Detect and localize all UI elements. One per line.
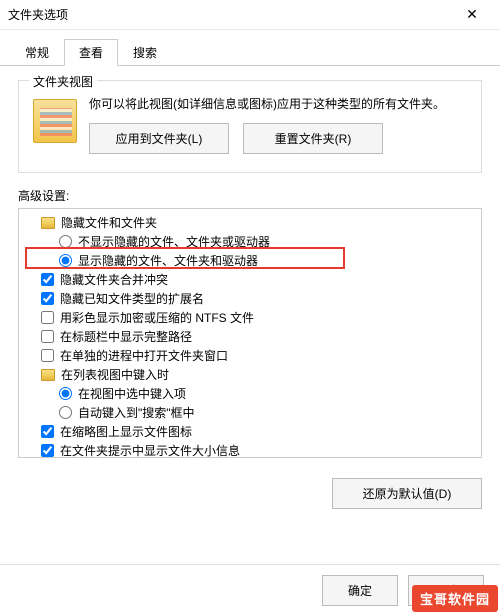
folder-icon bbox=[41, 369, 55, 381]
close-button[interactable]: ✕ bbox=[452, 1, 492, 29]
folder-view-label: 文件夹视图 bbox=[29, 73, 97, 90]
checkbox-input[interactable] bbox=[41, 425, 54, 438]
window-title: 文件夹选项 bbox=[8, 6, 452, 23]
restore-row: 还原为默认值(D) bbox=[0, 468, 500, 509]
folder-view-desc: 你可以将此视图(如详细信息或图标)应用于这种类型的所有文件夹。 bbox=[89, 95, 467, 113]
tab-general[interactable]: 常规 bbox=[10, 39, 64, 66]
checkbox-input[interactable] bbox=[41, 444, 54, 457]
check-size-tip[interactable]: 在文件夹提示中显示文件大小信息 bbox=[25, 441, 477, 458]
watermark: 宝哥软件园 bbox=[412, 585, 498, 612]
radio-input[interactable] bbox=[59, 235, 72, 248]
checkbox-input[interactable] bbox=[41, 311, 54, 324]
restore-defaults-button[interactable]: 还原为默认值(D) bbox=[332, 478, 482, 509]
check-merge-conflict[interactable]: 隐藏文件夹合并冲突 bbox=[25, 270, 477, 289]
check-ntfs-color[interactable]: 用彩色显示加密或压缩的 NTFS 文件 bbox=[25, 308, 477, 327]
tab-search[interactable]: 搜索 bbox=[118, 39, 172, 66]
folder-icon bbox=[41, 217, 55, 229]
radio-input[interactable] bbox=[59, 254, 72, 267]
group-hidden-files: 隐藏文件和文件夹 bbox=[25, 213, 477, 232]
folder-view-group: 文件夹视图 你可以将此视图(如详细信息或图标)应用于这种类型的所有文件夹。 应用… bbox=[18, 80, 482, 173]
advanced-tree[interactable]: 隐藏文件和文件夹 不显示隐藏的文件、文件夹或驱动器 显示隐藏的文件、文件夹和驱动… bbox=[18, 208, 482, 458]
checkbox-input[interactable] bbox=[41, 273, 54, 286]
advanced-label: 高级设置: bbox=[18, 187, 482, 204]
titlebar: 文件夹选项 ✕ bbox=[0, 0, 500, 30]
check-separate-process[interactable]: 在单独的进程中打开文件夹窗口 bbox=[25, 346, 477, 365]
ok-button[interactable]: 确定 bbox=[322, 575, 398, 606]
checkbox-input[interactable] bbox=[41, 349, 54, 362]
radio-select-typed[interactable]: 在视图中选中键入项 bbox=[25, 384, 477, 403]
check-full-path[interactable]: 在标题栏中显示完整路径 bbox=[25, 327, 477, 346]
apply-to-folders-button[interactable]: 应用到文件夹(L) bbox=[89, 123, 229, 154]
radio-hide-hidden[interactable]: 不显示隐藏的文件、文件夹或驱动器 bbox=[25, 232, 477, 251]
tab-strip: 常规 查看 搜索 bbox=[0, 30, 500, 66]
check-thumb-icon[interactable]: 在缩略图上显示文件图标 bbox=[25, 422, 477, 441]
radio-search-box[interactable]: 自动键入到"搜索"框中 bbox=[25, 403, 477, 422]
checkbox-input[interactable] bbox=[41, 292, 54, 305]
folder-icon bbox=[33, 99, 77, 143]
check-hide-ext[interactable]: 隐藏已知文件类型的扩展名 bbox=[25, 289, 477, 308]
radio-show-hidden[interactable]: 显示隐藏的文件、文件夹和驱动器 bbox=[25, 251, 477, 270]
tab-view[interactable]: 查看 bbox=[64, 39, 118, 66]
reset-folders-button[interactable]: 重置文件夹(R) bbox=[243, 123, 383, 154]
radio-input[interactable] bbox=[59, 406, 72, 419]
checkbox-input[interactable] bbox=[41, 330, 54, 343]
content: 文件夹视图 你可以将此视图(如详细信息或图标)应用于这种类型的所有文件夹。 应用… bbox=[0, 66, 500, 468]
group-list-typing: 在列表视图中键入时 bbox=[25, 365, 477, 384]
radio-input[interactable] bbox=[59, 387, 72, 400]
